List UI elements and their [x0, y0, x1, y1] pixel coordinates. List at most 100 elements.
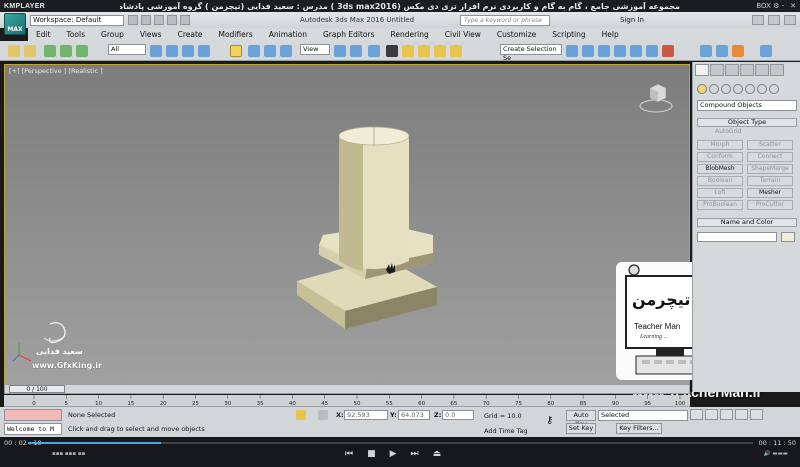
menu-views[interactable]: Views [132, 30, 170, 39]
viewcube-icon[interactable] [636, 80, 676, 116]
render-iterative-icon[interactable] [760, 45, 772, 57]
place-icon[interactable] [280, 45, 292, 57]
select-scale-icon[interactable] [264, 45, 276, 57]
menu-help[interactable]: Help [594, 30, 627, 39]
mesher-button[interactable]: Mesher [747, 188, 793, 198]
player-play-icon[interactable]: ▶ [390, 449, 397, 459]
search-input[interactable]: Type a keyword or phrase [460, 15, 550, 26]
y-coordinate-field[interactable]: 64.073 [398, 410, 430, 420]
menu-edit[interactable]: Edit [28, 30, 59, 39]
selection-filter-dropdown[interactable]: All [108, 44, 146, 55]
redo-icon[interactable] [180, 15, 190, 25]
render-setup-icon[interactable] [700, 45, 712, 57]
key-filters-button[interactable]: Key Filters... [616, 423, 662, 434]
menu-customize[interactable]: Customize [489, 30, 544, 39]
create-tab-icon[interactable] [695, 64, 709, 76]
angle-snap-icon[interactable] [402, 45, 414, 57]
autogrid-checkbox[interactable]: AutoGrid [715, 128, 742, 135]
display-tab-icon[interactable] [755, 64, 769, 76]
space-warps-icon[interactable] [757, 84, 767, 94]
go-to-end-icon[interactable] [750, 409, 763, 420]
time-slider-thumb[interactable]: 0 / 100 [9, 385, 65, 393]
schematic-view-icon[interactable] [646, 45, 658, 57]
stop-icon[interactable]: ■ [367, 449, 376, 459]
menu-group[interactable]: Group [93, 30, 132, 39]
seek-bar[interactable] [28, 442, 753, 444]
rectangle-selection-icon[interactable] [182, 45, 194, 57]
select-move-icon[interactable] [230, 45, 242, 57]
maxscript-mini-listener[interactable] [4, 409, 62, 421]
player-window-controls[interactable]: BOX ⚙ - ✕ [756, 0, 796, 12]
shapes-icon[interactable] [709, 84, 719, 94]
close-icon[interactable]: ✕ [790, 0, 796, 12]
previous-icon[interactable]: ⏮ [345, 449, 353, 459]
app-menu-button[interactable]: MAX [4, 13, 26, 35]
track-bar[interactable]: 0 5 10 15 20 25 30 35 40 45 50 55 60 65 70 75 80 85 90 95 10… [4, 395, 690, 407]
maxscript-listener-output[interactable]: Welcome to M [4, 423, 62, 435]
perspective-viewport[interactable]: [+] [Perspective ] [Realistic ] [4, 64, 690, 388]
geometry-category-dropdown[interactable]: Compound Objects [697, 100, 797, 111]
object-color-swatch[interactable] [781, 232, 795, 242]
next-icon[interactable]: ⏭ [411, 449, 419, 459]
set-key-button[interactable]: Set Key [566, 423, 596, 434]
bind-space-warp-icon[interactable] [76, 45, 88, 57]
procutter-button[interactable]: ProCutter [747, 200, 793, 210]
volume-indicator[interactable]: 🔊 ▬▬▬ [764, 451, 788, 457]
utilities-tab-icon[interactable] [770, 64, 784, 76]
align-icon[interactable] [582, 45, 594, 57]
named-selection-set-dropdown[interactable]: Create Selection Se [500, 44, 562, 62]
material-editor-icon[interactable] [662, 45, 674, 57]
name-and-color-rollout[interactable]: Name and Color [697, 218, 797, 227]
menu-tools[interactable]: Tools [59, 30, 93, 39]
terrain-button[interactable]: Terrain [747, 176, 793, 186]
motion-tab-icon[interactable] [740, 64, 754, 76]
go-to-start-icon[interactable] [690, 409, 703, 420]
curve-editor-icon[interactable] [630, 45, 642, 57]
conform-button[interactable]: Conform [697, 152, 743, 162]
mirror-icon[interactable] [566, 45, 578, 57]
loft-button[interactable]: Loft [697, 188, 743, 198]
lights-icon[interactable] [721, 84, 731, 94]
close-window-icon[interactable] [784, 15, 796, 25]
unlink-icon[interactable] [60, 45, 72, 57]
open-file-icon[interactable] [141, 15, 151, 25]
shapemerge-button[interactable]: ShapeMerge [747, 164, 793, 174]
object-type-rollout[interactable]: Object Type [697, 118, 797, 127]
systems-icon[interactable] [769, 84, 779, 94]
menu-scripting[interactable]: Scripting [544, 30, 593, 39]
snap-toggle-icon[interactable] [386, 45, 398, 57]
select-manipulate-icon[interactable] [350, 45, 362, 57]
cameras-icon[interactable] [733, 84, 743, 94]
rendered-frame-icon[interactable] [716, 45, 728, 57]
menu-create[interactable]: Create [170, 30, 211, 39]
time-slider[interactable]: 0 / 100 [4, 384, 690, 394]
z-coordinate-field[interactable]: 0.0 [442, 410, 474, 420]
keyboard-shortcut-icon[interactable] [368, 45, 380, 57]
graphite-ribbon-icon[interactable] [614, 45, 626, 57]
redo-arrow-icon[interactable] [24, 45, 36, 57]
object-name-input[interactable] [697, 232, 777, 242]
reference-coordinate-dropdown[interactable]: View [300, 44, 330, 55]
spinner-snap-icon[interactable] [434, 45, 446, 57]
proboolean-button[interactable]: ProBoolean [697, 200, 743, 210]
connect-button[interactable]: Connect [747, 152, 793, 162]
helpers-icon[interactable] [745, 84, 755, 94]
pivot-center-icon[interactable] [334, 45, 346, 57]
select-rotate-icon[interactable] [248, 45, 260, 57]
key-icon[interactable]: ⚷ [546, 415, 553, 426]
geometry-icon[interactable] [697, 84, 707, 94]
maximize-icon[interactable] [768, 15, 780, 25]
player-menu-label[interactable]: BOX ⚙ - [756, 0, 784, 12]
boolean-button[interactable]: Boolean [697, 176, 743, 186]
percent-snap-icon[interactable] [418, 45, 430, 57]
select-by-name-icon[interactable] [166, 45, 178, 57]
hierarchy-tab-icon[interactable] [725, 64, 739, 76]
link-icon[interactable] [44, 45, 56, 57]
add-time-tag-button[interactable]: Add Time Tag [484, 427, 528, 435]
play-icon[interactable] [720, 409, 733, 420]
menu-rendering[interactable]: Rendering [382, 30, 436, 39]
menu-graph-editors[interactable]: Graph Editors [315, 30, 383, 39]
window-crossing-icon[interactable] [198, 45, 210, 57]
absolute-mode-icon[interactable] [318, 410, 328, 420]
x-coordinate-field[interactable]: 92.593 [344, 410, 388, 420]
